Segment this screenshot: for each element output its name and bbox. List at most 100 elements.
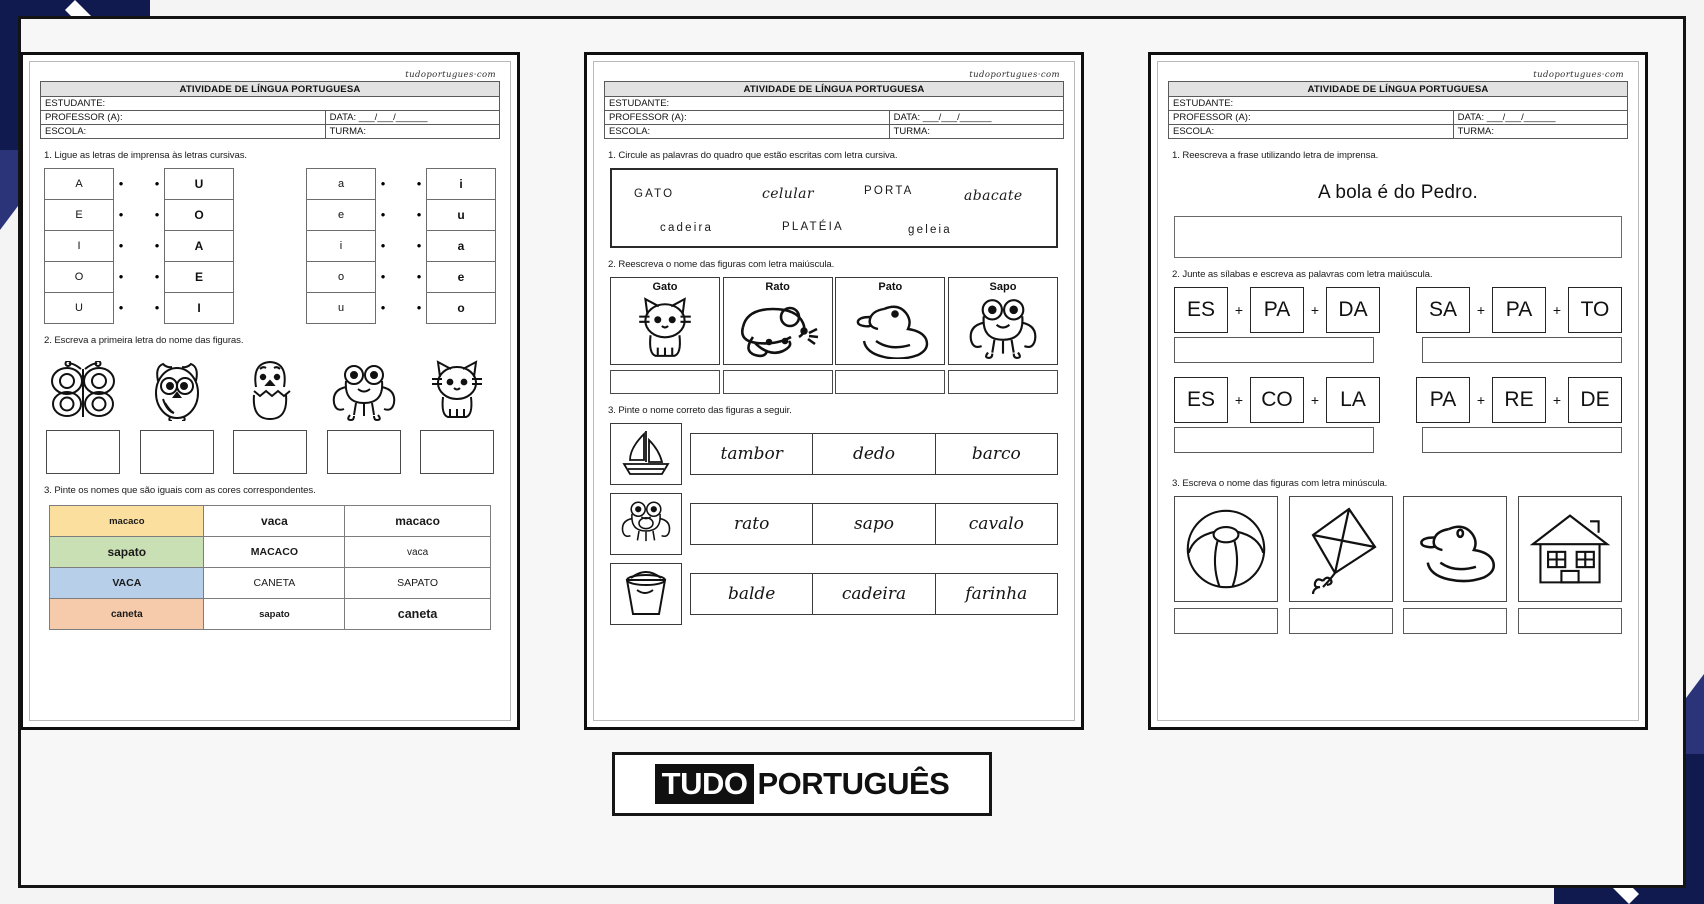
letter-cell[interactable]: U <box>165 169 233 200</box>
letter-cell[interactable]: I <box>165 293 233 324</box>
connector-dots[interactable]: • • • • • <box>376 168 390 324</box>
option-word[interactable]: dedo <box>813 433 936 475</box>
teacher-field[interactable]: PROFESSOR (A): <box>604 110 890 125</box>
syllable-tile[interactable]: DA <box>1326 287 1380 333</box>
answer-box[interactable] <box>1517 608 1622 634</box>
word-cell[interactable]: MACACO <box>203 536 346 568</box>
answer-box[interactable] <box>420 430 494 474</box>
letter-cell[interactable]: e <box>307 200 375 231</box>
option-word[interactable]: cavalo <box>935 503 1058 545</box>
syllable-tile[interactable]: RE <box>1492 377 1546 423</box>
answer-box[interactable] <box>1174 337 1374 363</box>
answer-box[interactable] <box>46 430 120 474</box>
syllable-tile[interactable]: PA <box>1416 377 1470 423</box>
answer-box[interactable] <box>1403 608 1508 634</box>
answer-box[interactable] <box>1174 427 1374 453</box>
color-word-cell[interactable]: macaco <box>49 505 205 537</box>
word-geleia[interactable]: geleia <box>908 224 952 236</box>
letter-cell[interactable]: a <box>427 231 495 262</box>
syllable-tile[interactable]: ES <box>1174 377 1228 423</box>
date-field[interactable]: DATA: ___/___/______ <box>1452 110 1629 125</box>
word-cell[interactable]: vaca <box>344 536 491 568</box>
letter-cell[interactable]: o <box>427 293 495 324</box>
answer-box[interactable] <box>947 370 1058 394</box>
answer-box[interactable] <box>1422 427 1622 453</box>
letter-cell[interactable]: a <box>307 169 375 200</box>
letter-cell[interactable]: O <box>165 200 233 231</box>
word-abacate[interactable]: abacate <box>964 188 1023 204</box>
sentence-answer-box[interactable] <box>1174 216 1622 258</box>
syllable-tile[interactable]: PA <box>1492 287 1546 333</box>
syllable-tile[interactable]: DE <box>1568 377 1622 423</box>
color-word-cell[interactable]: sapato <box>49 536 205 568</box>
syllable-tile[interactable]: ES <box>1174 287 1228 333</box>
student-field[interactable]: ESTUDANTE: <box>40 96 500 111</box>
letter-cell[interactable]: U <box>45 293 113 324</box>
letter-cell[interactable]: A <box>165 231 233 262</box>
word-cell[interactable]: SAPATO <box>344 567 491 599</box>
letter-cell[interactable]: E <box>45 200 113 231</box>
color-word-cell[interactable]: caneta <box>49 598 205 630</box>
connector-dots[interactable]: • • • • • <box>150 168 164 324</box>
school-field[interactable]: ESCOLA: <box>40 124 326 139</box>
option-word[interactable]: barco <box>935 433 1058 475</box>
word-plateia[interactable]: PLATÉIA <box>782 221 844 233</box>
word-cell[interactable]: caneta <box>344 598 491 630</box>
answer-box[interactable] <box>835 370 946 394</box>
letter-cell[interactable]: i <box>427 169 495 200</box>
word-porta[interactable]: PORTA <box>864 185 914 197</box>
syllable-tile[interactable]: SA <box>1416 287 1470 333</box>
answer-box[interactable] <box>610 370 720 394</box>
letter-cell[interactable]: u <box>307 293 375 324</box>
answer-box[interactable] <box>1422 337 1622 363</box>
option-word[interactable]: balde <box>690 573 814 615</box>
logo-tudo: TUDO <box>654 764 755 804</box>
word-gato[interactable]: GATO <box>634 188 674 200</box>
student-field[interactable]: ESTUDANTE: <box>604 96 1064 111</box>
word-cell[interactable]: CANETA <box>203 567 346 599</box>
answer-box[interactable] <box>139 430 214 474</box>
word-celular[interactable]: celular <box>762 186 814 202</box>
teacher-field[interactable]: PROFESSOR (A): <box>40 110 326 125</box>
date-field[interactable]: DATA: ___/___/______ <box>888 110 1065 125</box>
question-2-text: 2. Escreva a primeira letra do nome das … <box>44 335 244 346</box>
letter-cell[interactable]: e <box>427 262 495 293</box>
date-field[interactable]: DATA: ___/___/______ <box>324 110 501 125</box>
school-field[interactable]: ESCOLA: <box>604 124 890 139</box>
letter-cell[interactable]: o <box>307 262 375 293</box>
word-cell[interactable]: vaca <box>203 505 346 537</box>
option-word[interactable]: sapo <box>813 503 936 545</box>
syllable-tile[interactable]: LA <box>1326 377 1380 423</box>
option-word[interactable]: rato <box>690 503 814 545</box>
color-word-cell[interactable]: VACA <box>49 567 205 599</box>
word-cell[interactable]: sapato <box>203 598 346 630</box>
plus-sign: + <box>1552 302 1562 318</box>
letter-cell[interactable]: A <box>45 169 113 200</box>
syllable-tile[interactable]: CO <box>1250 377 1304 423</box>
word-cell[interactable]: macaco <box>344 505 491 537</box>
word-cadeira[interactable]: cadeira <box>660 222 713 234</box>
answer-box[interactable] <box>722 370 833 394</box>
school-field[interactable]: ESCOLA: <box>1168 124 1454 139</box>
letter-cell[interactable]: u <box>427 200 495 231</box>
option-word[interactable]: farinha <box>935 573 1058 615</box>
option-word[interactable]: cadeira <box>813 573 936 615</box>
class-field[interactable]: TURMA: <box>888 124 1065 139</box>
class-field[interactable]: TURMA: <box>1452 124 1629 139</box>
answer-box[interactable] <box>233 430 307 474</box>
connector-dots[interactable]: • • • • • <box>412 168 426 324</box>
teacher-field[interactable]: PROFESSOR (A): <box>1168 110 1454 125</box>
class-field[interactable]: TURMA: <box>324 124 501 139</box>
syllable-tile[interactable]: PA <box>1250 287 1304 333</box>
answer-box[interactable] <box>1174 608 1278 634</box>
connector-dots[interactable]: • • • • • <box>114 168 128 324</box>
syllable-tile[interactable]: TO <box>1568 287 1622 333</box>
answer-box[interactable] <box>326 430 401 474</box>
letter-cell[interactable]: i <box>307 231 375 262</box>
letter-cell[interactable]: O <box>45 262 113 293</box>
answer-box[interactable] <box>1288 608 1393 634</box>
student-field[interactable]: ESTUDANTE: <box>1168 96 1628 111</box>
option-word[interactable]: tambor <box>690 433 814 475</box>
letter-cell[interactable]: I <box>45 231 113 262</box>
letter-cell[interactable]: E <box>165 262 233 293</box>
